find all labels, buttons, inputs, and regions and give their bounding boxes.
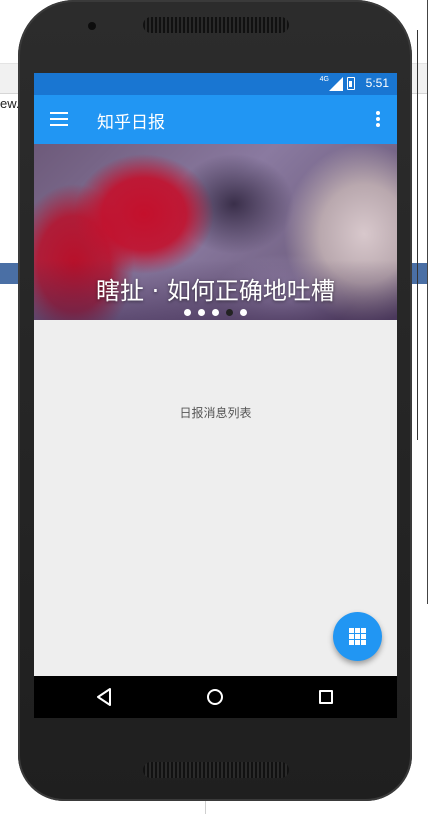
top-story-banner[interactable]: 瞎扯 · 如何正确地吐槽 (34, 144, 397, 320)
navigation-bar (34, 676, 397, 718)
apps-fab-button[interactable] (333, 612, 382, 661)
back-icon[interactable] (96, 688, 112, 706)
battery-icon (347, 77, 355, 90)
desktop-left-text: ew. (0, 96, 20, 111)
apps-grid-icon (349, 628, 366, 645)
pager-dot-3[interactable] (212, 309, 219, 316)
more-vert-icon[interactable] (375, 111, 381, 129)
hamburger-menu-icon[interactable] (50, 112, 68, 126)
banner-pager (34, 309, 397, 316)
desktop-right-panel (427, 0, 443, 604)
pager-dot-2[interactable] (198, 309, 205, 316)
app-title: 知乎日报 (97, 113, 165, 133)
pager-dot-5[interactable] (240, 309, 247, 316)
status-bar: 4G 5:51 (34, 73, 397, 95)
signal-icon (329, 77, 343, 91)
home-icon[interactable] (207, 689, 223, 705)
desktop-panel-divider (412, 30, 418, 440)
bottom-speaker (143, 762, 289, 778)
top-speaker (143, 17, 289, 33)
app-bar: 知乎日报 (34, 95, 397, 144)
network-type: 4G (319, 76, 329, 83)
banner-title: 瞎扯 · 如何正确地吐槽 (96, 277, 335, 305)
phone-screen: 4G 5:51 知乎日报 瞎扯 · 如何正确地吐槽 日报消息列表 (34, 73, 397, 718)
news-list-placeholder: 日报消息列表 (179, 406, 252, 420)
pager-dot-4-active[interactable] (226, 309, 233, 316)
pager-dot-1[interactable] (184, 309, 191, 316)
status-time: 5:51 (365, 76, 389, 90)
front-camera (88, 22, 96, 30)
recents-icon[interactable] (319, 690, 333, 704)
